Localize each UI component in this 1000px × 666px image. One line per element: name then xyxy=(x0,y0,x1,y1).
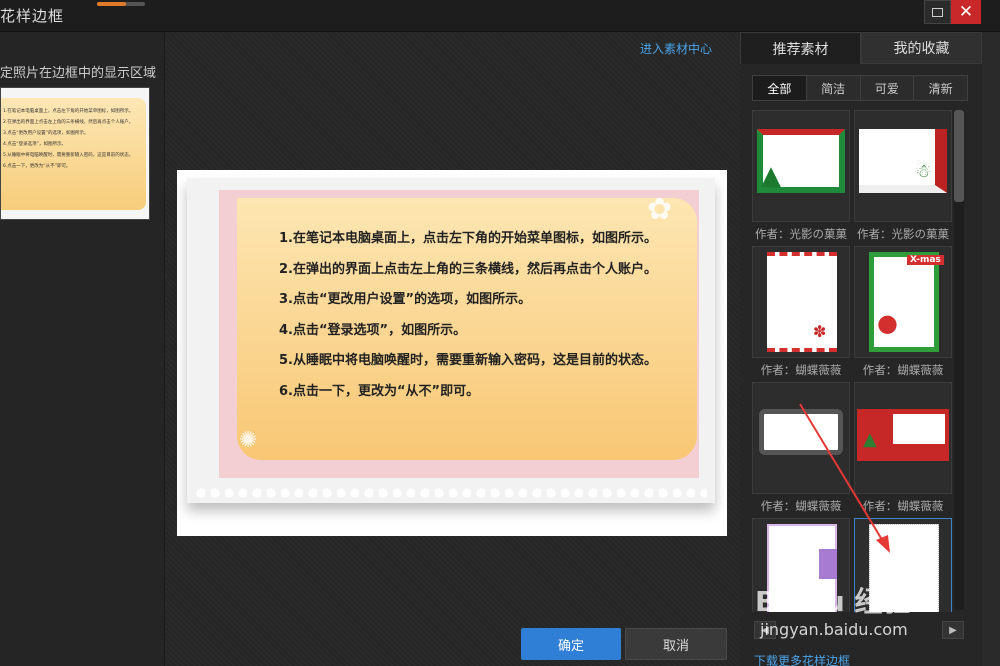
santa-icon: ● xyxy=(877,309,898,337)
stamp-perforation xyxy=(195,487,707,499)
scrollbar-thumb[interactable] xyxy=(954,110,964,202)
author-label: 作者：蝴蝶薇薇 xyxy=(760,499,842,513)
instruction-line: 5.从睡眠中将电脑唤醒时，需要重新输入密码，这是目前的状态。 xyxy=(279,353,657,368)
frame-list-scrollbar[interactable] xyxy=(954,110,964,610)
preview-area: 进入素材中心 1.在笔记本电脑桌面上，点击左下角的开始菜单图标，如图所示。 2.… xyxy=(165,32,740,666)
frame-item-christmas-window[interactable]: ▲ xyxy=(854,382,952,494)
thumb-line: 6.点击一下，更改为“从不”即可。 xyxy=(3,164,71,169)
frame-grid: ▲ ☃ 作者：光影の菓菓 作者：光影の菓菓 ✽ X-mas ● 作者：蝴蝶薇薇 … xyxy=(752,110,952,612)
maximize-icon xyxy=(932,7,943,17)
thumb-line: 4.点击“登录选项”，如图所示。 xyxy=(3,142,66,147)
filter-cute[interactable]: 可爱 xyxy=(860,76,915,100)
thumb-line: 3.点击“更改用户设置”的选项，如图所示。 xyxy=(3,131,89,136)
christmas-tree-icon: ▲ xyxy=(761,161,781,191)
left-panel: 定照片在边框中的显示区域 1.在笔记本电脑桌面上，点击左下角的开始菜单图标，如图… xyxy=(0,32,165,666)
close-button[interactable]: ✕ xyxy=(951,0,981,24)
instruction-line: 4.点击“登录选项”，如图所示。 xyxy=(279,322,467,338)
frame-preview xyxy=(767,252,837,352)
frame-preview xyxy=(759,409,843,455)
frame-item-xmas-green[interactable]: X-mas ● xyxy=(854,246,952,358)
author-label: 作者：光影の菓菓 xyxy=(857,227,949,241)
instruction-line: 1.在笔记本电脑桌面上，点击左下角的开始菜单图标，如图所示。 xyxy=(279,231,657,246)
frame-item-christmas-stripe[interactable]: ☃ xyxy=(854,110,952,222)
frame-item-grunge[interactable] xyxy=(752,382,850,494)
snowman-icon: ☃ xyxy=(915,161,932,182)
chevron-right-icon: ▶ xyxy=(949,624,957,636)
baidu-watermark: Baidu 经验 xyxy=(755,585,911,618)
photo-content: 1.在笔记本电脑桌面上，点击左下角的开始菜单图标，如图所示。 2.在弹出的界面上… xyxy=(237,198,697,460)
window-title: 花样边框 xyxy=(0,7,65,25)
tab-recommended[interactable]: 推荐素材 xyxy=(740,32,861,64)
holly-icon: ✽ xyxy=(813,322,827,341)
instruction-line: 6.点击一下，更改为“从不”即可。 xyxy=(279,383,480,399)
frame-item-candy-stripe[interactable]: ✽ xyxy=(752,246,850,358)
title-bar: 花样边框 ✕ xyxy=(0,0,1000,32)
filter-fresh[interactable]: 清新 xyxy=(914,76,967,100)
filter-all[interactable]: 全部 xyxy=(753,76,807,100)
filter-simple[interactable]: 简洁 xyxy=(806,76,861,100)
frame-window xyxy=(893,414,945,444)
photo-thumbnail[interactable]: 1.在笔记本电脑桌面上，点击左下角的开始菜单图标，如图所示。 2.在弹出的界面上… xyxy=(0,87,150,220)
frame-preview xyxy=(859,129,947,193)
frame-item-christmas-red[interactable]: ▲ xyxy=(752,110,850,222)
author-label: 作者：光影の菓菓 xyxy=(755,227,847,241)
loading-progress-fill xyxy=(97,2,126,6)
material-center-link[interactable]: 进入素材中心 xyxy=(640,40,712,57)
instruction-line: 3.点击“更改用户设置”的选项，如图所示。 xyxy=(279,292,532,307)
next-page-button[interactable]: ▶ xyxy=(942,621,964,639)
thumb-line: 5.从睡眠中将电脑唤醒时，需要重新输入密码，这是目前的状态。 xyxy=(3,153,134,158)
maximize-button[interactable] xyxy=(924,0,951,24)
thumb-line: 2.在弹出的界面上点击左上角的三条横线，然后再点击个人账户。 xyxy=(3,120,134,125)
cancel-button[interactable]: 取消 xyxy=(625,628,727,660)
instruction-line: 2.在弹出的界面上点击左上角的三条横线，然后再点击个人账户。 xyxy=(279,261,657,277)
confirm-button[interactable]: 确定 xyxy=(521,628,621,660)
close-icon: ✕ xyxy=(958,2,974,22)
stamp-frame: 1.在笔记本电脑桌面上，点击左下角的开始菜单图标，如图所示。 2.在弹出的界面上… xyxy=(187,178,715,503)
xmas-text: X-mas xyxy=(907,255,944,265)
loading-progress xyxy=(97,2,145,6)
right-panel: 推荐素材 我的收藏 全部 简洁 可爱 清新 ▲ ☃ 作者：光影の菓菓 作者：光影… xyxy=(740,32,982,666)
category-filters: 全部 简洁 可爱 清新 xyxy=(752,75,968,101)
thumbnail-content: 1.在笔记本电脑桌面上，点击左下角的开始菜单图标，如图所示。 2.在弹出的界面上… xyxy=(1,98,146,210)
flower-ornament-icon: ✿ xyxy=(647,192,673,227)
tab-favorites[interactable]: 我的收藏 xyxy=(861,32,982,64)
thumb-line: 1.在笔记本电脑桌面上，点击左下角的开始菜单图标，如图所示。 xyxy=(3,109,134,114)
framed-photo-preview: 1.在笔记本电脑桌面上，点击左下角的开始菜单图标，如图所示。 2.在弹出的界面上… xyxy=(177,170,727,536)
download-more-frames-link[interactable]: 下载更多花样边框 xyxy=(754,652,850,666)
christmas-tree-icon: ▲ xyxy=(863,429,877,450)
frame-sticker xyxy=(819,549,837,579)
material-tabs: 推荐素材 我的收藏 xyxy=(740,32,982,64)
frame-preview xyxy=(869,252,939,352)
author-label: 作者：蝴蝶薇薇 xyxy=(862,499,944,513)
watermark-url: jingyan.baidu.com xyxy=(760,620,908,639)
author-label: 作者：蝴蝶薇薇 xyxy=(862,363,944,377)
flower-ornament-icon: ✺ xyxy=(239,428,258,453)
display-area-hint: 定照片在边框中的显示区域 xyxy=(0,66,157,81)
author-label: 作者：蝴蝶薇薇 xyxy=(760,363,842,377)
